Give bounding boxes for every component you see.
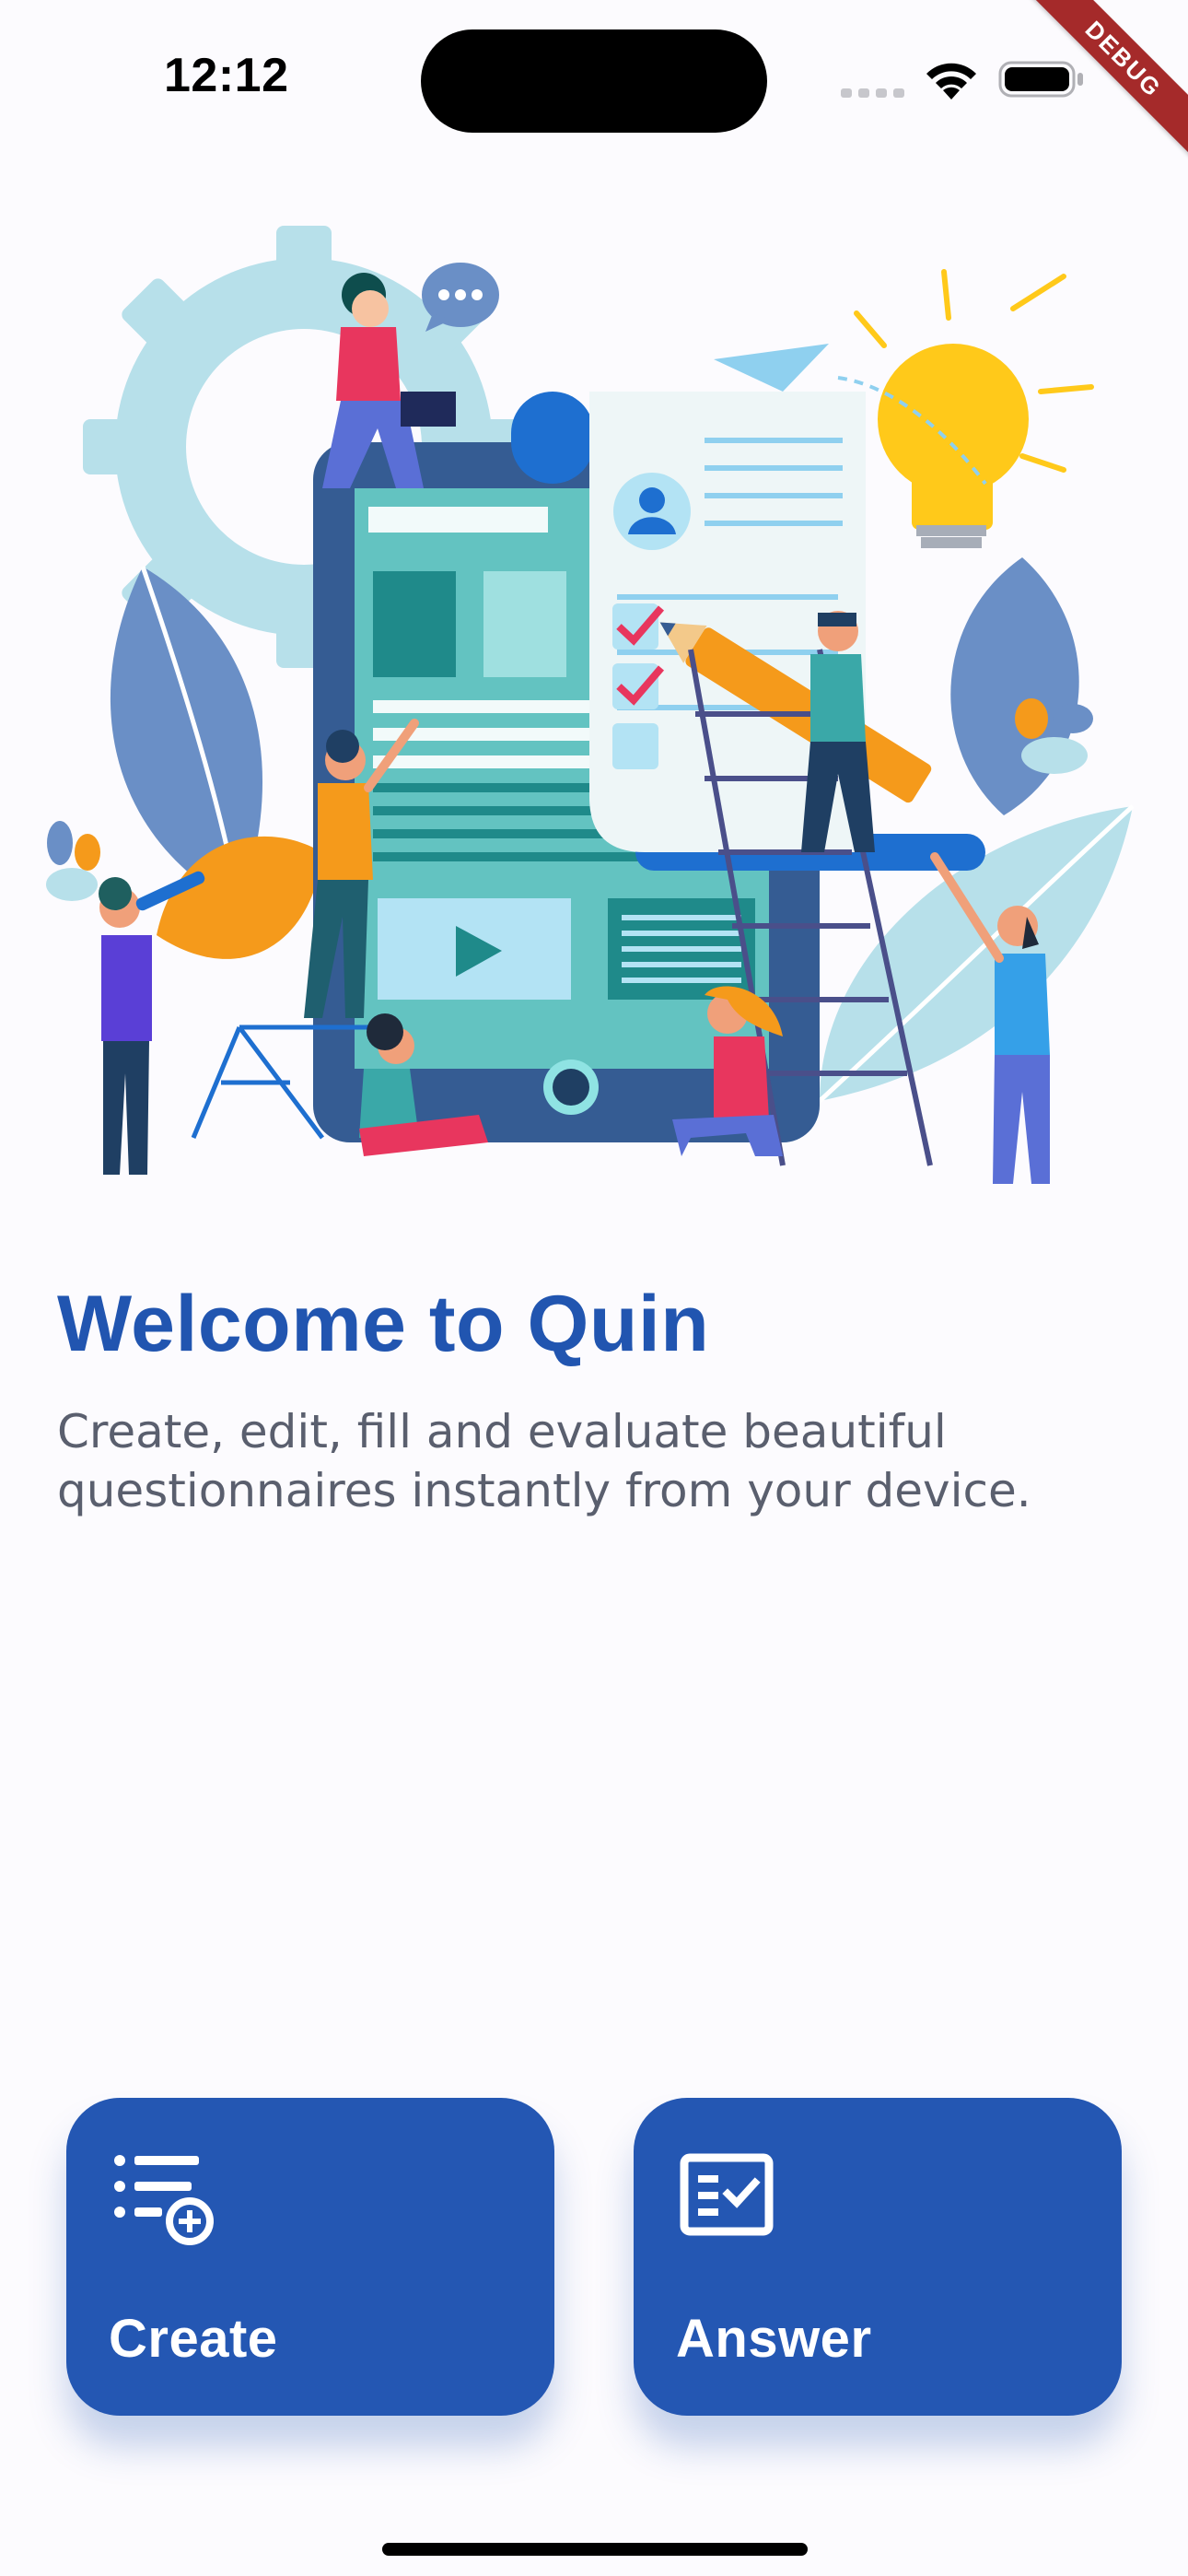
lightbulb-icon	[854, 269, 1094, 548]
playlist-add-icon	[114, 2155, 214, 2245]
answer-label: Answer	[676, 2309, 872, 2369]
status-time: 12:12	[164, 49, 289, 102]
cellular-signal-icon	[841, 88, 904, 98]
create-label: Create	[109, 2309, 278, 2369]
battery-icon	[998, 61, 1083, 98]
create-button[interactable]: Create	[66, 2098, 554, 2416]
questionnaire-illustration	[46, 226, 1135, 1184]
welcome-title: Welcome to Quin	[57, 1280, 710, 1368]
speech-bubble-icon	[422, 263, 499, 332]
wifi-icon	[926, 63, 976, 100]
answer-button[interactable]: Answer	[634, 2098, 1122, 2416]
home-indicator[interactable]	[382, 2543, 808, 2556]
dynamic-island	[421, 29, 767, 133]
fact-check-icon	[680, 2153, 774, 2236]
welcome-subtitle: Create, edit, fill and evaluate beautifu…	[57, 1405, 1031, 1517]
welcome-screen: 12:12 DEBUG Welcome to Quin Create, edit…	[0, 0, 1188, 2576]
